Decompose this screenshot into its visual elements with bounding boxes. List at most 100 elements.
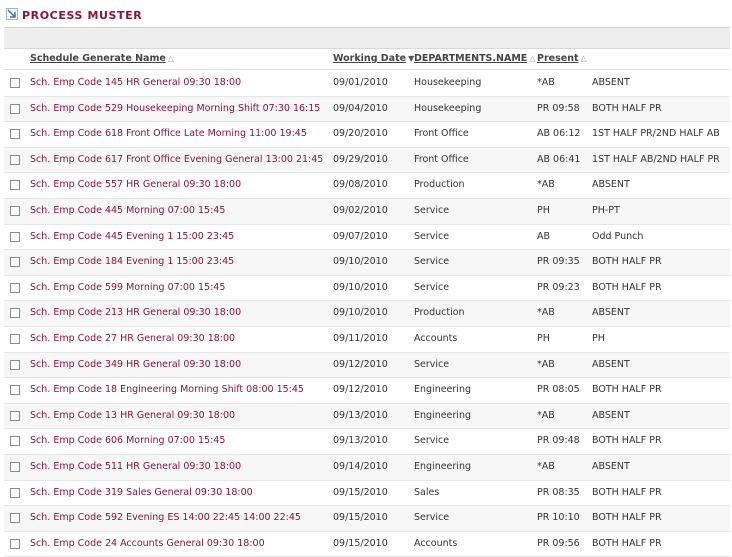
column-header-label: Present [537, 53, 579, 64]
row-checkbox[interactable] [10, 103, 20, 114]
department-cell: Service [414, 204, 450, 216]
schedule-name-link[interactable]: Sch. Emp Code 445 Morning 07:00 15:45 [30, 205, 225, 216]
status-cell: BOTH HALF PR [592, 281, 662, 293]
department-cell: Service [414, 512, 450, 524]
schedule-name-link[interactable]: Sch. Emp Code 592 Evening ES 14:00 22:45… [30, 512, 301, 523]
present-cell: *AB [537, 179, 555, 191]
row-checkbox[interactable] [10, 205, 20, 216]
table-body: Sch. Emp Code 145 HR General 09:30 18:00… [4, 71, 730, 557]
table-row: Sch. Emp Code 145 HR General 09:30 18:00… [4, 71, 730, 97]
table-row: Sch. Emp Code 13 HR General 09:30 18:00 0… [4, 403, 730, 430]
column-header-label: Working Date [333, 53, 407, 64]
schedule-name-link[interactable]: Sch. Emp Code 618 Front Office Late Morn… [30, 128, 307, 139]
schedule-name-link[interactable]: Sch. Emp Code 24 Accounts General 09:30 … [30, 538, 265, 549]
schedule-name-link[interactable]: Sch. Emp Code 617 Front Office Evening G… [30, 154, 323, 165]
working-date-cell: 09/04/2010 [333, 102, 388, 114]
row-checkbox[interactable] [10, 538, 20, 549]
toolbar [4, 28, 730, 49]
schedule-name-link[interactable]: Sch. Emp Code 599 Morning 07:00 15:45 [30, 282, 225, 293]
present-cell: PR 08:05 [537, 384, 580, 396]
present-cell: *AB [537, 460, 555, 472]
row-checkbox[interactable] [10, 180, 20, 191]
schedule-name-link[interactable]: Sch. Emp Code 606 Morning 07:00 15:45 [30, 435, 225, 446]
schedule-name-link[interactable]: Sch. Emp Code 27 HR General 09:30 18:00 [30, 333, 235, 344]
table-row: Sch. Emp Code 511 HR General 09:30 18:00… [4, 454, 730, 481]
schedule-name-link[interactable]: Sch. Emp Code 349 HR General 09:30 18:00 [30, 359, 241, 370]
status-cell: 1ST HALF PR/2ND HALF AB [592, 128, 720, 140]
table-row: Sch. Emp Code 184 Evening 1 15:00 23:45 0… [4, 250, 730, 276]
schedule-name-link[interactable]: Sch. Emp Code 557 HR General 09:30 18:00 [30, 179, 241, 190]
schedule-name-link[interactable]: Sch. Emp Code 213 HR General 09:30 18:00 [30, 307, 241, 318]
working-date-cell: 09/15/2010 [333, 486, 388, 498]
schedule-name-link[interactable]: Sch. Emp Code 184 Evening 1 15:00 23:45 [30, 256, 234, 267]
department-cell: Sales [414, 486, 440, 498]
present-cell: PH [537, 332, 550, 344]
table-row: Sch. Emp Code 557 HR General 09:30 18:00… [4, 173, 730, 199]
department-cell: Front Office [414, 153, 469, 165]
column-header-present[interactable]: Present △ [537, 53, 587, 64]
row-checkbox[interactable] [10, 257, 20, 268]
row-checkbox[interactable] [10, 410, 20, 421]
status-cell: BOTH HALF PR [592, 102, 662, 114]
status-cell: ABSENT [592, 179, 630, 191]
schedule-name-link[interactable]: Sch. Emp Code 319 Sales General 09:30 18… [30, 487, 253, 498]
row-checkbox[interactable] [10, 487, 20, 498]
sort-arrow-icon[interactable]: △ [581, 54, 587, 63]
working-date-cell: 09/10/2010 [333, 281, 388, 293]
schedule-name-link[interactable]: Sch. Emp Code 445 Evening 1 15:00 23:45 [30, 231, 234, 242]
department-cell: Front Office [414, 128, 469, 140]
present-cell: AB 06:12 [537, 128, 581, 140]
row-checkbox[interactable] [10, 282, 20, 293]
row-checkbox[interactable] [10, 385, 20, 396]
row-checkbox[interactable] [10, 461, 20, 472]
status-cell: ABSENT [592, 460, 630, 472]
table-row: Sch. Emp Code 592 Evening ES 14:00 22:45… [4, 506, 730, 532]
sort-arrow-icon[interactable]: △ [168, 54, 174, 63]
department-cell: Engineering [414, 409, 471, 421]
working-date-cell: 09/13/2010 [333, 409, 388, 421]
department-cell: Accounts [414, 332, 458, 344]
department-cell: Engineering [414, 460, 471, 472]
row-checkbox[interactable] [10, 308, 20, 319]
column-header-department[interactable]: DEPARTMENTS.NAME △ [414, 53, 535, 64]
sort-arrow-icon[interactable]: △ [529, 54, 535, 63]
table-row: Sch. Emp Code 349 HR General 09:30 18:00… [4, 352, 730, 379]
table-row: Sch. Emp Code 617 Front Office Evening G… [4, 147, 730, 174]
row-checkbox[interactable] [10, 78, 20, 88]
row-checkbox[interactable] [10, 436, 20, 447]
status-cell: ABSENT [592, 77, 630, 88]
schedule-name-link[interactable]: Sch. Emp Code 145 HR General 09:30 18:00 [30, 77, 241, 88]
working-date-cell: 09/15/2010 [333, 537, 388, 549]
column-header-schedule-name[interactable]: Schedule Generate Name △ [30, 53, 174, 64]
schedule-name-link[interactable]: Sch. Emp Code 511 HR General 09:30 18:00 [30, 461, 241, 472]
row-checkbox[interactable] [10, 154, 20, 165]
working-date-cell: 09/15/2010 [333, 512, 388, 524]
table-row: Sch. Emp Code 319 Sales General 09:30 18… [4, 481, 730, 507]
department-cell: Accounts [414, 537, 458, 549]
status-cell: ABSENT [592, 358, 630, 370]
row-checkbox[interactable] [10, 231, 20, 242]
status-cell: BOTH HALF PR [592, 384, 662, 396]
schedule-name-link[interactable]: Sch. Emp Code 529 Housekeeping Morning S… [30, 103, 320, 114]
column-header-working-date[interactable]: Working Date ▼ [333, 53, 414, 64]
column-header-label: Schedule Generate Name [30, 53, 166, 64]
page-title: PROCESS MUSTER [22, 9, 143, 22]
department-cell: Service [414, 435, 450, 447]
table-row: Sch. Emp Code 18 Engineering Morning Shi… [4, 378, 730, 404]
table-row: Sch. Emp Code 529 Housekeeping Morning S… [4, 96, 730, 123]
schedule-name-link[interactable]: Sch. Emp Code 13 HR General 09:30 18:00 [30, 410, 235, 421]
row-checkbox[interactable] [10, 129, 20, 140]
working-date-cell: 09/12/2010 [333, 358, 388, 370]
department-cell: Service [414, 281, 450, 293]
schedule-name-link[interactable]: Sch. Emp Code 18 Engineering Morning Shi… [30, 384, 304, 395]
row-checkbox[interactable] [10, 513, 20, 524]
working-date-cell: 09/11/2010 [333, 332, 388, 344]
table-row: Sch. Emp Code 618 Front Office Late Morn… [4, 122, 730, 148]
status-cell: BOTH HALF PR [592, 512, 662, 524]
department-cell: Production [414, 307, 465, 319]
present-cell: AB 06:41 [537, 153, 581, 165]
column-header-label: DEPARTMENTS.NAME [414, 53, 528, 64]
row-checkbox[interactable] [10, 333, 20, 344]
row-checkbox[interactable] [10, 359, 20, 370]
title-bar: PROCESS MUSTER [0, 0, 732, 30]
